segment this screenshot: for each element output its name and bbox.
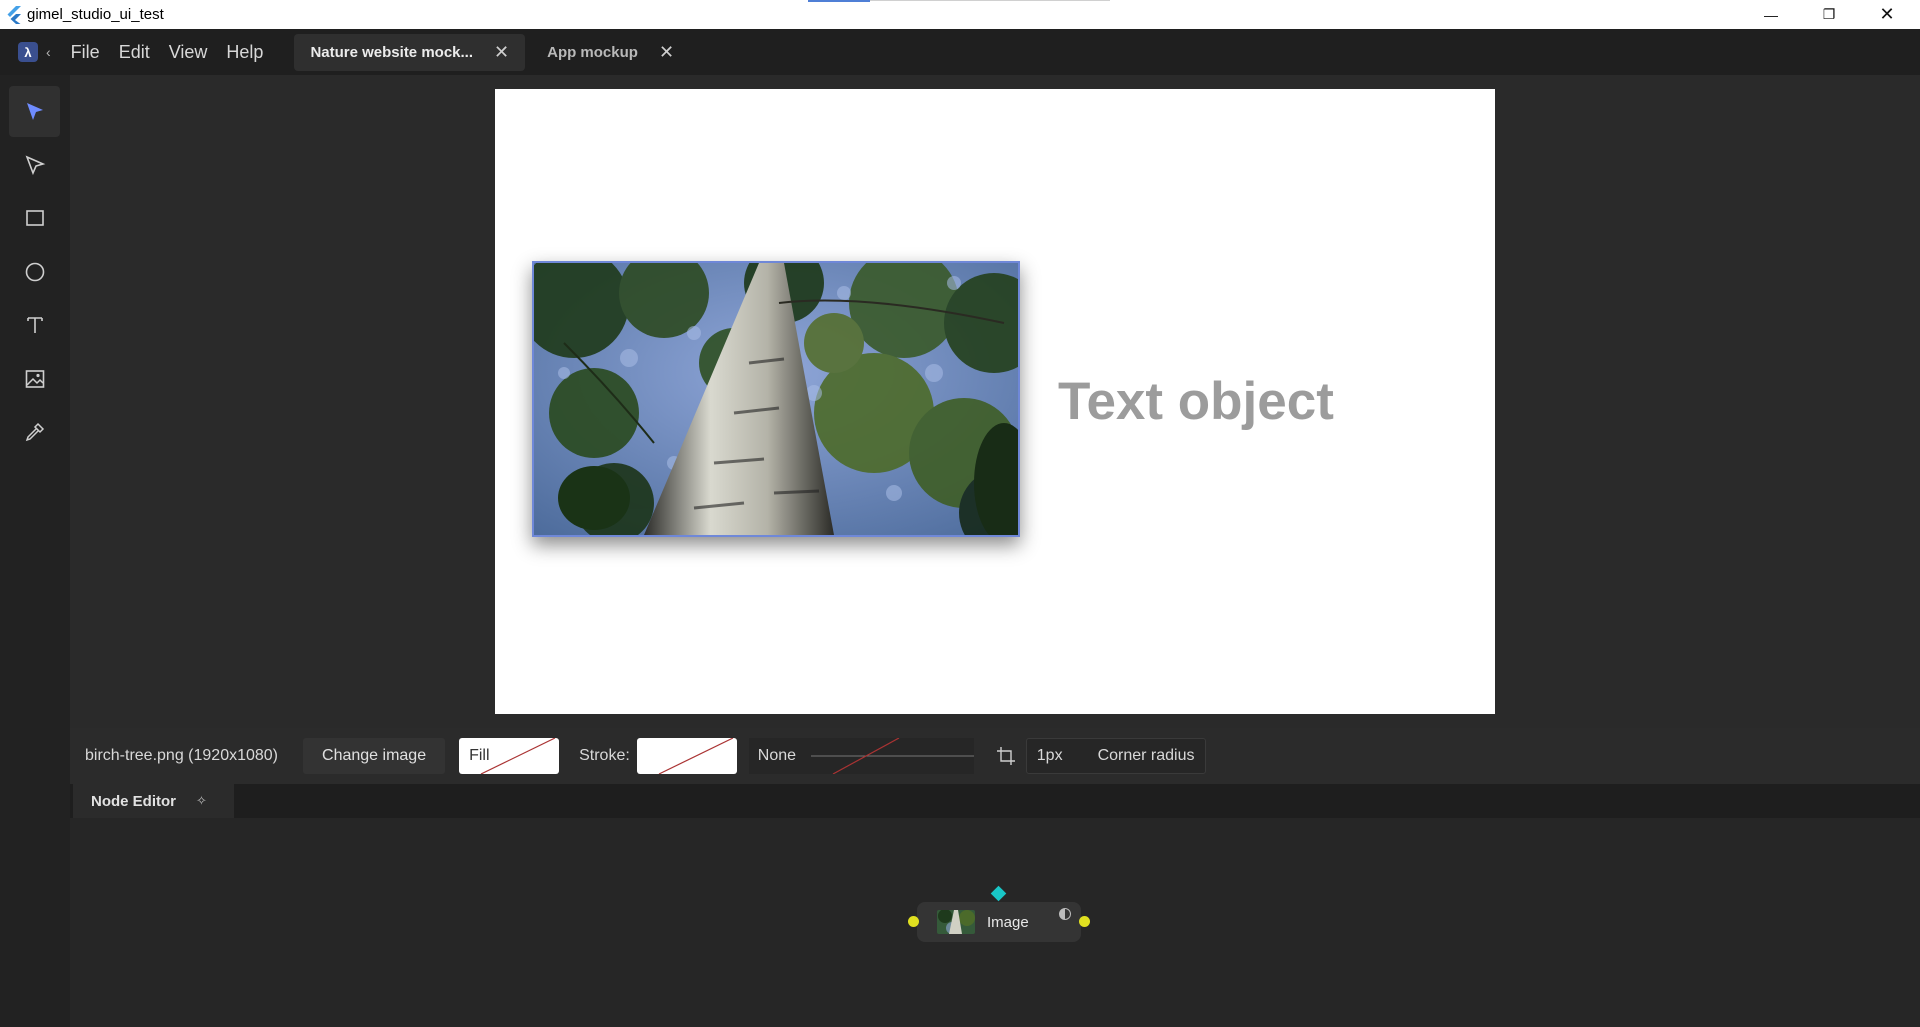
- change-image-button[interactable]: Change image: [303, 738, 446, 774]
- close-tab-icon[interactable]: ✕: [659, 42, 674, 63]
- node-output-socket[interactable]: [1079, 916, 1090, 927]
- node-editor-canvas[interactable]: Image: [70, 818, 1920, 1027]
- title-accent-line: [808, 0, 870, 2]
- text-tool[interactable]: [9, 299, 60, 350]
- app-logo-icon[interactable]: λ: [18, 42, 38, 62]
- corner-radius-label: Corner radius: [1097, 747, 1195, 764]
- rectangle-icon: [25, 209, 44, 226]
- menu-file[interactable]: File: [71, 42, 100, 63]
- image-tool[interactable]: [9, 353, 60, 404]
- node-thumbnail: [937, 910, 975, 934]
- node-label: Image: [987, 913, 1029, 931]
- artboard[interactable]: Text object: [495, 89, 1495, 714]
- birch-tree-picture: [534, 263, 1018, 535]
- image-node[interactable]: Image: [908, 885, 1090, 942]
- stroke-style-label: None: [757, 747, 797, 764]
- text-icon: [26, 316, 43, 333]
- fill-label: Fill: [469, 747, 490, 764]
- back-chevron-icon[interactable]: ‹: [46, 44, 51, 60]
- text-object[interactable]: Text object: [1058, 371, 1334, 432]
- tab-nature-website[interactable]: Nature website mock... ✕: [294, 33, 526, 71]
- node-input-socket[interactable]: [908, 916, 919, 927]
- node-pointer-icon: [25, 155, 45, 175]
- menu-bar: λ ‹ File Edit View Help Nature website m…: [0, 29, 1920, 75]
- rectangle-tool[interactable]: [9, 192, 60, 243]
- eyedropper-icon: [25, 422, 44, 441]
- birch-tree-image[interactable]: [532, 261, 1020, 537]
- tab-app-mockup[interactable]: App mockup ✕: [531, 34, 690, 71]
- tab-label: Nature website mock...: [310, 43, 474, 61]
- node-editor-tab-label: Node Editor: [91, 792, 176, 810]
- fill-swatch[interactable]: Fill: [459, 738, 560, 774]
- menu-edit[interactable]: Edit: [119, 42, 150, 63]
- image-file-label: birch-tree.png (1920x1080): [85, 747, 279, 764]
- node-select-tool[interactable]: [9, 139, 60, 190]
- corner-radius-icon: [996, 747, 1015, 765]
- maximize-button[interactable]: ❐: [1800, 0, 1858, 29]
- tab-label: App mockup: [547, 43, 638, 61]
- stroke-label: Stroke:: [579, 747, 630, 764]
- no-stroke-slash-icon: [658, 738, 734, 774]
- menu-help[interactable]: Help: [226, 42, 263, 63]
- pin-icon[interactable]: ✧: [196, 793, 207, 809]
- canvas-area[interactable]: Text object: [70, 75, 1920, 728]
- ellipse-tool[interactable]: [9, 246, 60, 297]
- node-input-diamond-icon[interactable]: [990, 885, 1007, 902]
- menu-view[interactable]: View: [169, 42, 208, 63]
- stroke-swatch[interactable]: [636, 738, 737, 774]
- image-icon: [25, 369, 44, 388]
- properties-bar: birch-tree.png (1920x1080) Change image …: [70, 734, 1920, 778]
- close-window-button[interactable]: ✕: [1858, 0, 1916, 29]
- minimize-button[interactable]: —: [1742, 0, 1800, 29]
- window-title: gimel_studio_ui_test: [27, 6, 164, 23]
- node-editor-header: Node Editor ✧: [70, 784, 1920, 818]
- corner-radius-field[interactable]: 1px Corner radius: [1025, 738, 1206, 774]
- stroke-width-slider[interactable]: [810, 738, 976, 774]
- node-editor-tab[interactable]: Node Editor ✧: [73, 784, 234, 818]
- close-tab-icon[interactable]: ✕: [494, 42, 509, 63]
- tool-sidebar: [0, 75, 70, 1027]
- select-tool[interactable]: [9, 86, 60, 137]
- stroke-style-select[interactable]: None: [748, 738, 976, 774]
- pointer-arrow-icon: [26, 102, 43, 120]
- title-divider-line: [870, 0, 1110, 1]
- node-preview-toggle-icon[interactable]: [1059, 908, 1071, 920]
- title-bar: gimel_studio_ui_test — ❐ ✕: [0, 0, 1920, 29]
- circle-icon: [25, 262, 44, 281]
- eyedropper-tool[interactable]: [9, 406, 60, 457]
- corner-radius-value: 1px: [1036, 747, 1063, 764]
- flutter-logo-icon: [7, 5, 21, 24]
